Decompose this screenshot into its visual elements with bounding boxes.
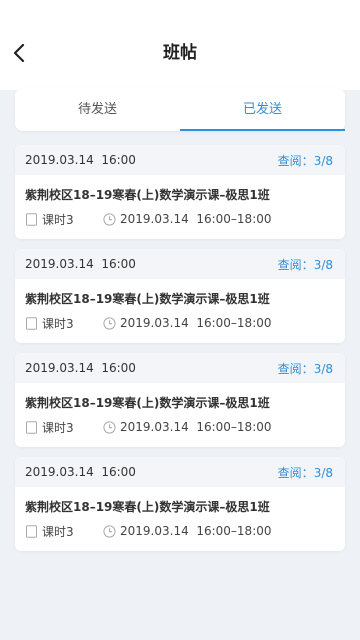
read-count: 3/8: [313, 465, 333, 480]
read-label: 查阅：: [277, 257, 314, 272]
post-meta: 课时3 2019.03.14 16:00–18:00: [15, 517, 345, 543]
time-range: 2019.03.14 16:00–18:00: [120, 524, 272, 538]
lesson-label: 课时3: [42, 524, 74, 539]
post-card-header: 2019.03.14 16:00 查阅：3/8: [15, 457, 345, 487]
read-count: 3/8: [313, 361, 333, 376]
post-card[interactable]: 2019.03.14 16:00 查阅：3/8 紫荆校区18–19寒春(上)数学…: [15, 145, 345, 239]
tab-sent-label: 已发送: [242, 102, 282, 117]
tab-bar: 待发送 已发送: [15, 88, 345, 131]
clock-icon: [103, 524, 116, 538]
post-card-header: 2019.03.14 16:00 查阅：3/8: [15, 249, 345, 279]
post-card-header: 2019.03.14 16:00 查阅：3/8: [15, 145, 345, 175]
lesson-info: 课时3: [25, 419, 103, 436]
clock-icon: [103, 316, 116, 330]
post-date: 2019.03.14 16:00: [25, 465, 136, 479]
clock-icon: [103, 212, 116, 226]
time-info: 2019.03.14 16:00–18:00: [103, 212, 272, 226]
class-name: 紫荆校区18–19寒春(上)数学演示课–极思1班: [25, 188, 270, 202]
lesson-label: 课时3: [42, 420, 74, 435]
post-card[interactable]: 2019.03.14 16:00 查阅：3/8 紫荆校区18–19寒春(上)数学…: [15, 249, 345, 343]
lesson-info: 课时3: [25, 523, 103, 540]
nav-bar: 班帖: [0, 0, 360, 90]
post-date: 2019.03.14 16:00: [25, 361, 136, 375]
time-info: 2019.03.14 16:00–18:00: [103, 524, 272, 538]
read-count: 3/8: [313, 257, 333, 272]
read-label: 查阅：: [277, 465, 314, 480]
page-title: 班帖: [163, 43, 197, 63]
lesson-label: 课时3: [42, 316, 74, 331]
read-status[interactable]: 查阅：3/8: [278, 464, 333, 481]
read-label: 查阅：: [277, 153, 314, 168]
post-date: 2019.03.14 16:00: [25, 153, 136, 167]
document-icon: [26, 524, 37, 538]
post-meta: 课时3 2019.03.14 16:00–18:00: [15, 309, 345, 335]
lesson-info: 课时3: [25, 315, 103, 332]
time-range: 2019.03.14 16:00–18:00: [120, 316, 272, 330]
read-status[interactable]: 查阅：3/8: [278, 360, 333, 377]
document-icon: [26, 420, 37, 434]
clock-icon: [103, 420, 116, 434]
post-card[interactable]: 2019.03.14 16:00 查阅：3/8 紫荆校区18–19寒春(上)数学…: [15, 353, 345, 447]
lesson-info: 课时3: [25, 211, 103, 228]
post-meta: 课时3 2019.03.14 16:00–18:00: [15, 413, 345, 439]
class-name: 紫荆校区18–19寒春(上)数学演示课–极思1班: [25, 292, 270, 306]
post-card[interactable]: 2019.03.14 16:00 查阅：3/8 紫荆校区18–19寒春(上)数学…: [15, 457, 345, 551]
read-status[interactable]: 查阅：3/8: [278, 152, 333, 169]
time-info: 2019.03.14 16:00–18:00: [103, 420, 272, 434]
tab-pending[interactable]: 待发送: [15, 88, 180, 131]
time-range: 2019.03.14 16:00–18:00: [120, 212, 272, 226]
class-name: 紫荆校区18–19寒春(上)数学演示课–极思1班: [25, 500, 270, 514]
post-date: 2019.03.14 16:00: [25, 257, 136, 271]
post-card-header: 2019.03.14 16:00 查阅：3/8: [15, 353, 345, 383]
read-count: 3/8: [313, 153, 333, 168]
read-status[interactable]: 查阅：3/8: [278, 256, 333, 273]
post-list: 2019.03.14 16:00 查阅：3/8 紫荆校区18–19寒春(上)数学…: [15, 145, 345, 561]
class-name: 紫荆校区18–19寒春(上)数学演示课–极思1班: [25, 396, 270, 410]
lesson-label: 课时3: [42, 212, 74, 227]
time-info: 2019.03.14 16:00–18:00: [103, 316, 272, 330]
active-tab-indicator: [180, 129, 345, 131]
document-icon: [26, 316, 37, 330]
read-label: 查阅：: [277, 361, 314, 376]
document-icon: [26, 212, 37, 226]
time-range: 2019.03.14 16:00–18:00: [120, 420, 272, 434]
tab-sent[interactable]: 已发送: [180, 88, 345, 131]
post-meta: 课时3 2019.03.14 16:00–18:00: [15, 205, 345, 231]
